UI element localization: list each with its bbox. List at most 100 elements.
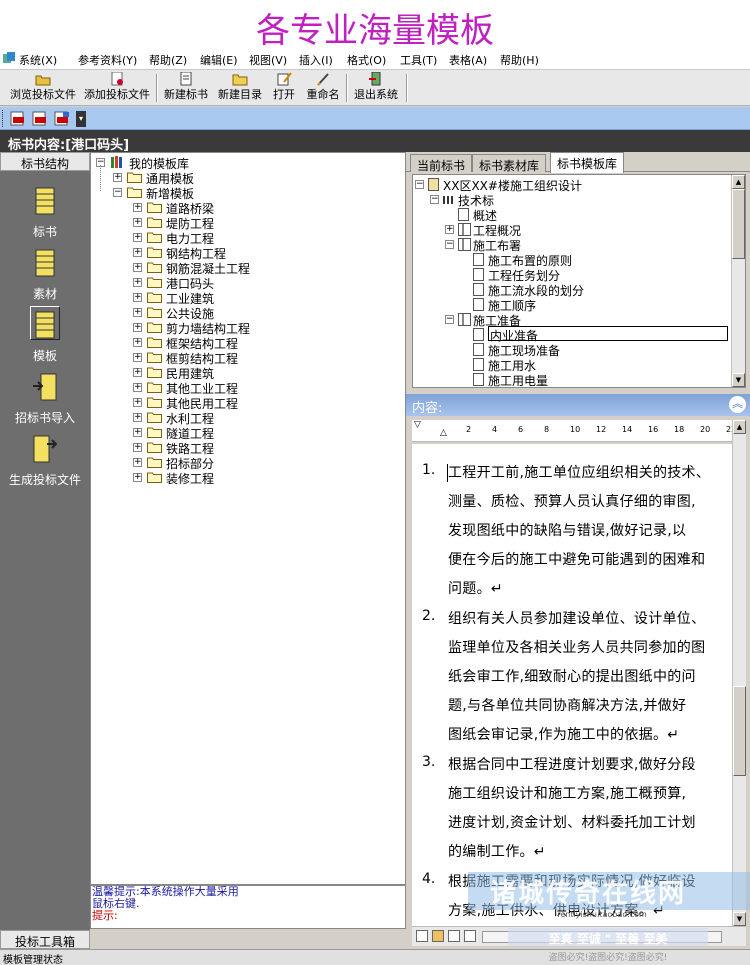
outline-item[interactable]: 施工流水段的划分 [413, 282, 725, 298]
expand-icon[interactable]: + [133, 473, 142, 482]
right-panel: 当前标书 标书素材库 标书模板库 − XX区XX#楼施工组织设计 − 技术标 概述 + 工程… [406, 152, 750, 949]
outline-view-icon[interactable] [448, 930, 460, 942]
outline-item[interactable]: − 施工布署 [413, 237, 725, 253]
new-dir-button[interactable]: 新建目录 [216, 72, 264, 104]
outline-item[interactable]: 工程任务划分 [413, 267, 725, 283]
scroll-thumb[interactable] [733, 686, 746, 776]
expand-icon[interactable]: + [133, 323, 142, 332]
expand-icon[interactable]: + [445, 225, 454, 234]
left-panel: 标书结构 标书 素材 模板 招标书导入 生成投标文件 投标工具箱 [0, 152, 90, 949]
nav-template[interactable]: 模板 [0, 310, 90, 364]
menu-tools[interactable]: 工具(T) [400, 52, 437, 68]
expand-icon[interactable]: + [133, 398, 142, 407]
menu-view[interactable]: 视图(V) [249, 52, 287, 68]
open-button[interactable]: 打开 [270, 72, 298, 104]
expand-icon[interactable]: + [133, 218, 142, 227]
scroll-down-icon[interactable]: ▼ [733, 912, 746, 926]
expand-icon[interactable]: + [133, 278, 142, 287]
collapse-icon[interactable]: − [113, 188, 122, 197]
expand-icon[interactable]: + [133, 383, 142, 392]
document-icon [473, 298, 484, 311]
menu-edit[interactable]: 编辑(E) [200, 52, 238, 68]
expand-icon[interactable]: + [133, 203, 142, 212]
outline-item[interactable]: 概述 [413, 207, 725, 223]
scroll-down-icon[interactable]: ▼ [732, 373, 745, 387]
page-view-icon[interactable] [432, 930, 444, 942]
tab-material-library[interactable]: 标书素材库 [472, 154, 547, 173]
indent-marker-icon[interactable]: ▽ [414, 420, 421, 430]
outline-item-selected[interactable]: 内业准备 [413, 326, 728, 343]
expand-icon[interactable]: + [133, 428, 142, 437]
collapse-icon[interactable]: − [430, 195, 439, 204]
toolbar-separator [156, 74, 158, 102]
list-number: 1. [422, 462, 436, 478]
expand-icon[interactable]: + [133, 308, 142, 317]
tab-template-library[interactable]: 标书模板库 [550, 152, 625, 173]
menu-table[interactable]: 表格(A) [449, 52, 487, 68]
library-tabs: 当前标书 标书素材库 标书模板库 [406, 152, 750, 173]
left-panel-header: 标书结构 [0, 152, 90, 171]
scroll-thumb[interactable] [732, 189, 745, 259]
new-book-button[interactable]: 新建标书 [162, 72, 210, 104]
expand-icon[interactable]: + [133, 443, 142, 452]
editor-scrollbar[interactable]: ▲ ▼ [732, 420, 746, 926]
expand-icon[interactable]: + [133, 293, 142, 302]
expand-icon[interactable]: + [133, 458, 142, 467]
menu-format[interactable]: 格式(O) [347, 52, 386, 68]
expand-icon[interactable]: + [133, 413, 142, 422]
outline-item[interactable]: − 施工准备 [413, 312, 725, 328]
outline-item[interactable]: 施工布置的原则 [413, 252, 725, 268]
outline-item[interactable]: + 工程概况 [413, 222, 725, 238]
menu-help-z[interactable]: 帮助(Z) [149, 52, 187, 68]
expand-icon[interactable]: + [113, 173, 122, 182]
expand-icon[interactable]: + [133, 338, 142, 347]
expand-icon[interactable]: + [133, 368, 142, 377]
collapse-icon[interactable]: − [445, 240, 454, 249]
outline-item[interactable]: 施工用电量 [413, 372, 725, 387]
scroll-up-icon[interactable]: ▲ [733, 420, 746, 434]
browse-button[interactable]: 浏览投标文件 [8, 72, 78, 104]
web-view-icon[interactable] [464, 930, 476, 942]
outline-item[interactable]: 施工用水 [413, 357, 725, 373]
rename-button[interactable]: 重命名 [304, 72, 342, 104]
menu-insert[interactable]: 插入(I) [299, 52, 333, 68]
menu-help-h[interactable]: 帮助(H) [500, 52, 539, 68]
outline-item[interactable]: 施工顺序 [413, 297, 725, 313]
collapse-icon[interactable]: − [415, 180, 424, 189]
folder-icon [147, 322, 162, 333]
tree-connector-lines [100, 165, 101, 191]
nav-material[interactable]: 素材 [0, 248, 90, 302]
paragraph-line: 便在今后的施工中避免可能遇到的困难和 [448, 552, 706, 568]
tab-current-book[interactable]: 当前标书 [410, 154, 473, 173]
ruler-tick: 12 [596, 425, 607, 434]
expand-icon[interactable]: + [133, 353, 142, 362]
collapse-up-icon[interactable]: ︽ [729, 396, 746, 413]
outline-item[interactable]: 施工现场准备 [413, 342, 725, 358]
pdf-import-icon[interactable] [32, 111, 48, 126]
outline-section[interactable]: − 技术标 [413, 192, 725, 208]
outline-scrollbar[interactable]: ▲ ▼ [731, 175, 745, 387]
outline-root[interactable]: − XX区XX#楼施工组织设计 [413, 177, 725, 193]
nav-bid-book[interactable]: 标书 [0, 186, 90, 240]
normal-view-icon[interactable] [416, 930, 428, 942]
paragraph-line: 根据合同中工程进度计划要求,做好分段 [448, 757, 696, 773]
hanging-indent-marker-icon[interactable]: △ [440, 428, 447, 438]
exit-button[interactable]: 退出系统 [352, 72, 400, 104]
toolbar-overflow-chevron[interactable]: ▾ [76, 111, 86, 127]
nav-import-tender[interactable]: 招标书导入 [0, 372, 90, 426]
scroll-up-icon[interactable]: ▲ [732, 175, 745, 189]
collapse-icon[interactable]: − [445, 315, 454, 324]
expand-icon[interactable]: + [133, 233, 142, 242]
nav-generate-bid[interactable]: 生成投标文件 [0, 434, 90, 488]
pdf-export-icon[interactable] [10, 111, 26, 126]
add-file-button[interactable]: 添加投标文件 [82, 72, 152, 104]
expand-icon[interactable]: + [133, 248, 142, 257]
expand-icon[interactable]: + [133, 263, 142, 272]
menu-reference[interactable]: 参考资料(Y) [78, 52, 137, 68]
pdf-merge-icon[interactable] [54, 111, 70, 126]
document-editor[interactable]: 1. 工程开工前,施工单位应组织相关的技术、 测量、质检、预算人员认真仔细的审图, 发… [412, 444, 732, 926]
book-root-icon [428, 178, 439, 191]
folder-icon [147, 457, 162, 468]
left-panel-footer[interactable]: 投标工具箱 [0, 930, 90, 949]
menu-system[interactable]: 系统(X) [19, 52, 57, 68]
